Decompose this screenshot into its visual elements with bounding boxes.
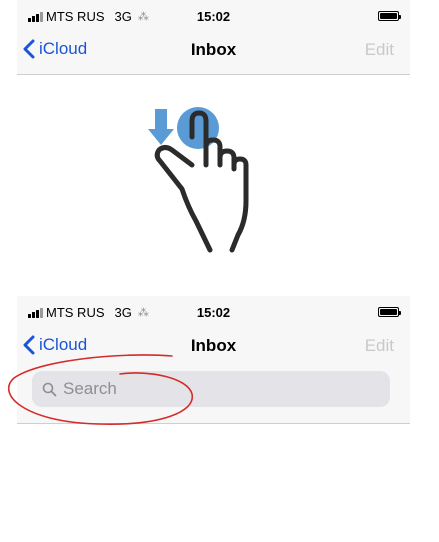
- nav-bar: iCloud Inbox Edit: [17, 326, 410, 366]
- pull-down-gesture-icon: [148, 107, 249, 253]
- arrow-down-icon: [148, 109, 174, 145]
- search-input[interactable]: Search: [32, 371, 390, 407]
- search-icon: [42, 382, 57, 397]
- edit-button[interactable]: Edit: [365, 336, 394, 356]
- battery-icon: [378, 307, 401, 317]
- status-bar: MTS RUS 3G ⁂ 15:02: [17, 0, 410, 28]
- page-title: Inbox: [190, 40, 237, 59]
- battery-icon: [378, 11, 401, 21]
- screen-bottom: MTS RUS 3G ⁂ 15:02 iCloud Inbox Edit Sea…: [17, 296, 410, 424]
- edit-button[interactable]: Edit: [365, 40, 394, 60]
- status-bar: MTS RUS 3G ⁂ 15:02: [17, 296, 410, 324]
- screen-top: MTS RUS 3G ⁂ 15:02 iCloud Inbox Edit: [17, 0, 410, 75]
- search-placeholder: Search: [63, 379, 117, 398]
- page-title: Inbox: [190, 336, 237, 355]
- nav-bar: iCloud Inbox Edit: [17, 30, 410, 70]
- status-time: 15:02: [196, 9, 231, 24]
- status-time: 15:02: [196, 305, 231, 320]
